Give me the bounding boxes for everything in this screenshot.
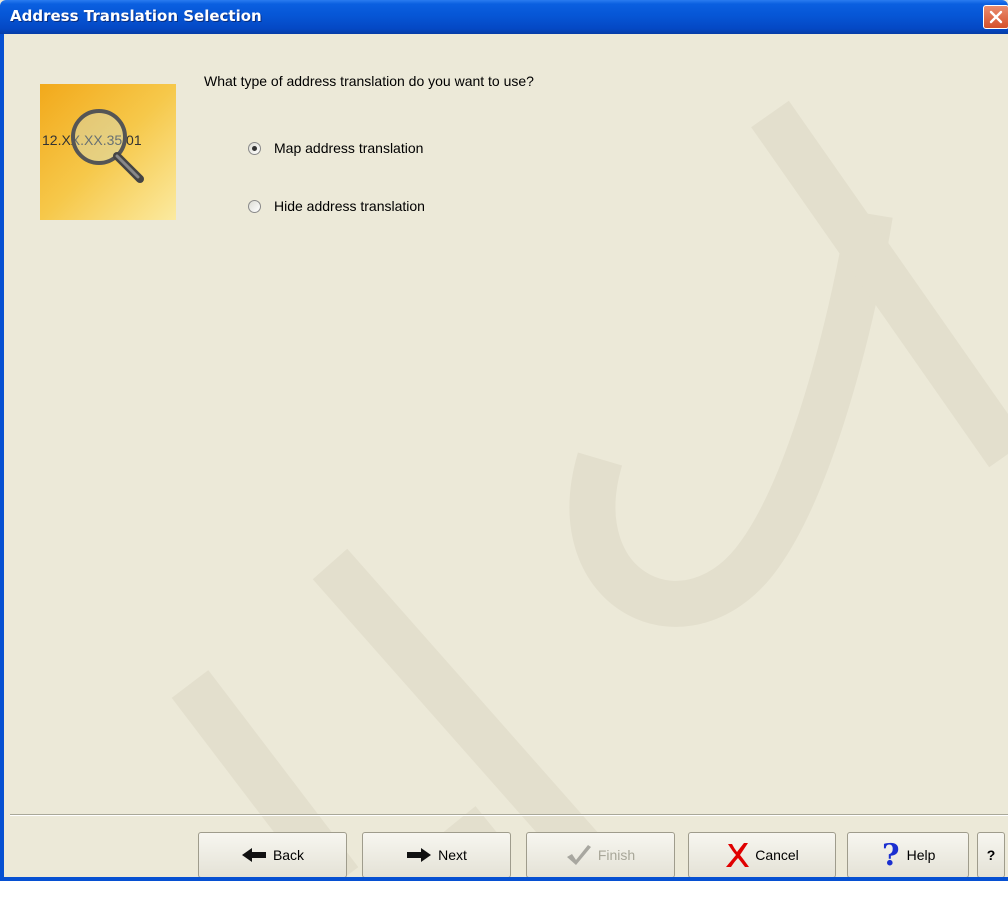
back-label: Back	[272, 847, 305, 863]
radio-hide-address-translation[interactable]	[248, 199, 261, 213]
help-button[interactable]: ? Help	[847, 832, 969, 878]
cancel-x-icon	[726, 843, 750, 867]
finish-button[interactable]: Finish	[526, 832, 675, 878]
next-button[interactable]: Next	[362, 832, 511, 878]
option-label: Map address translation	[274, 140, 424, 156]
next-label: Next	[438, 847, 467, 863]
arrow-right-icon	[407, 848, 432, 862]
help-label: Help	[906, 847, 936, 863]
finish-label: Finish	[597, 847, 636, 863]
help-question-icon: ?	[882, 838, 900, 873]
option-hide-address-translation[interactable]: Hide address translation	[248, 196, 425, 216]
window-title: Address Translation Selection	[10, 7, 262, 25]
option-label: Hide address translation	[274, 198, 425, 214]
wizard-image: 12.XX.XX.35.01	[40, 84, 176, 220]
option-map-address-translation[interactable]: Map address translation	[248, 138, 423, 158]
radio-map-address-translation[interactable]	[248, 141, 261, 155]
wizard-dialog: Address Translation Selection 12.XX.XX.3…	[0, 0, 1008, 881]
checkmark-icon	[566, 845, 591, 865]
context-help-label: ?	[986, 847, 996, 863]
window-border-left	[0, 34, 4, 881]
svg-text:?: ?	[882, 841, 900, 869]
arrow-left-icon	[241, 848, 266, 862]
context-help-button[interactable]: ?	[977, 832, 1005, 878]
cancel-button[interactable]: Cancel	[688, 832, 836, 878]
question-label: What type of address translation do you …	[204, 73, 534, 89]
cancel-label: Cancel	[755, 847, 799, 863]
back-button[interactable]: Back	[198, 832, 347, 878]
title-bar[interactable]: Address Translation Selection	[0, 0, 1008, 34]
close-icon	[989, 10, 1003, 24]
button-separator	[10, 814, 1008, 816]
window-border-bottom	[0, 877, 1008, 881]
close-button[interactable]	[983, 5, 1008, 29]
